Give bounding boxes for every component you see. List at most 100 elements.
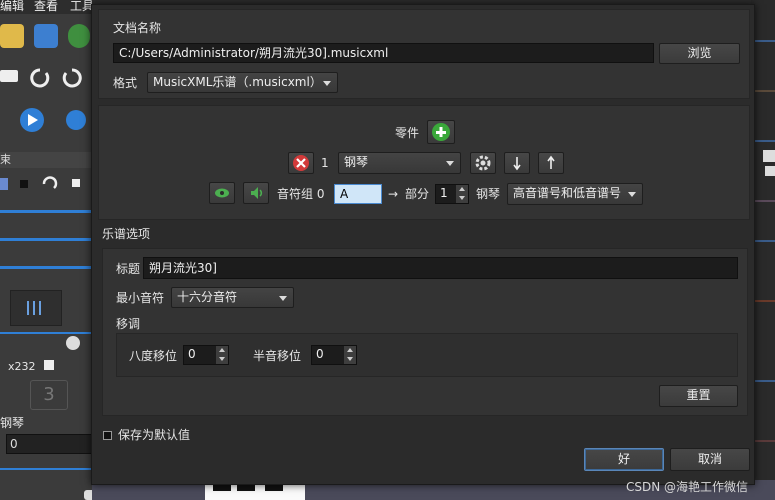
transpose-label: 移调 xyxy=(116,317,141,331)
piano-keys xyxy=(205,484,305,500)
playback-icons xyxy=(20,108,86,132)
chevron-down-icon xyxy=(323,81,331,86)
gear-icon xyxy=(475,155,491,171)
format-label: 格式 xyxy=(113,76,138,90)
blue-divider xyxy=(0,332,92,334)
format-select[interactable]: MusicXML乐谱（.musicxml） xyxy=(147,72,338,93)
visibility-toggle[interactable] xyxy=(209,182,235,204)
transpose-group: 八度移位 0 半音移位 0 xyxy=(116,333,738,377)
menu-view[interactable]: 查看 xyxy=(34,0,58,12)
voice-group-label: 音符组 0 xyxy=(277,187,325,201)
arrow-down-icon xyxy=(513,157,521,171)
save-icon[interactable] xyxy=(0,24,24,48)
checkbox-icon xyxy=(72,179,80,187)
undo-icon xyxy=(30,68,50,88)
loop-icon xyxy=(42,176,58,189)
globe-icon[interactable] xyxy=(68,24,90,48)
spin-down-icon[interactable] xyxy=(344,355,356,364)
left-toolbar-panel: 束 x232 3 钢琴 0 xyxy=(0,14,100,500)
blue-divider xyxy=(0,266,92,269)
export-dialog: 文档名称 C:/Users/Administrator/朔月流光30].musi… xyxy=(91,4,755,485)
cancel-button[interactable]: 取消 xyxy=(670,448,750,471)
speaker-icon xyxy=(251,187,263,199)
ok-button[interactable]: 好 xyxy=(584,448,664,471)
tuplet-3-icon[interactable]: 3 xyxy=(30,380,68,410)
panel-header: 束 xyxy=(0,152,92,168)
title-value: 朔月流光30] xyxy=(149,261,217,275)
save-default-checkbox[interactable] xyxy=(103,431,112,440)
score-options-title: 乐谱选项 xyxy=(102,227,151,241)
blue-divider xyxy=(0,238,92,241)
semitone-spinbox[interactable]: 0 xyxy=(311,345,357,365)
voice-value: A xyxy=(340,187,349,201)
octave-spinbox[interactable]: 0 xyxy=(183,345,229,365)
part-instrument-label: 钢琴 xyxy=(476,187,501,201)
semitone-value: 0 xyxy=(316,347,324,361)
part-number: 1 xyxy=(321,156,329,170)
print-icon xyxy=(0,70,18,82)
spin-down-icon[interactable] xyxy=(456,194,468,203)
scroll-marker xyxy=(763,150,775,162)
checkbox-icon[interactable] xyxy=(44,360,54,370)
add-part-button[interactable] xyxy=(427,120,455,144)
parts-section: 零件 1 钢琴 音符组 0 A → 部分 1 钢琴 高音谱号和低音谱号 xyxy=(98,105,750,220)
spin-up-icon[interactable] xyxy=(216,346,228,355)
add-icon xyxy=(432,123,450,141)
remove-part-button[interactable] xyxy=(288,152,314,174)
chevron-down-icon xyxy=(446,161,454,166)
value-field[interactable]: 0 xyxy=(6,434,92,454)
spin-up-icon[interactable] xyxy=(344,346,356,355)
spin-up-icon[interactable] xyxy=(456,185,468,194)
doc-path-field[interactable]: C:/Users/Administrator/朔月流光30].musicxml xyxy=(113,43,654,63)
move-up-button[interactable] xyxy=(538,152,564,174)
notes-tab[interactable] xyxy=(10,290,62,326)
semitone-label: 半音移位 xyxy=(253,349,302,363)
title-field[interactable]: 朔月流光30] xyxy=(143,257,738,279)
redo-icon xyxy=(62,68,82,88)
part-label: 部分 xyxy=(405,187,430,201)
menu-edit[interactable]: 编辑 xyxy=(0,0,24,12)
export-icon[interactable] xyxy=(34,24,58,48)
panel-icons xyxy=(0,176,80,190)
octave-label: 八度移位 xyxy=(129,349,178,363)
score-options-section: 标题 朔月流光30] 最小音符 十六分音符 移调 八度移位 0 半音移位 0 重… xyxy=(102,248,748,416)
parts-label: 零件 xyxy=(395,126,420,140)
document-section: 文档名称 C:/Users/Administrator/朔月流光30].musi… xyxy=(98,9,750,99)
part-spin-value: 1 xyxy=(440,186,448,200)
slider-handle[interactable] xyxy=(66,336,80,350)
spin-down-icon[interactable] xyxy=(216,355,228,364)
app-window: 编辑 查看 工具 束 x232 3 钢琴 0 文档名称 C:/Users/Adm… xyxy=(0,0,775,500)
watermark: CSDN @海艳工作微信 xyxy=(626,480,749,494)
chevron-down-icon xyxy=(279,296,287,301)
browse-button[interactable]: 浏览 xyxy=(659,43,740,64)
play-part-icon xyxy=(66,110,86,130)
min-note-label: 最小音符 xyxy=(116,291,165,305)
voice-field[interactable]: A xyxy=(334,184,382,204)
audio-toggle[interactable] xyxy=(243,182,269,204)
instrument-value: 钢琴 xyxy=(344,155,369,169)
clef-value: 高音谱号和低音谱号 xyxy=(513,186,622,200)
move-down-button[interactable] xyxy=(504,152,530,174)
value-text: 0 xyxy=(10,437,18,451)
map-arrow: → xyxy=(388,187,399,201)
blue-divider xyxy=(0,468,92,470)
instrument-select[interactable]: 钢琴 xyxy=(338,152,461,174)
reset-button[interactable]: 重置 xyxy=(659,385,738,407)
part-spinbox[interactable]: 1 xyxy=(435,184,469,204)
instrument-label: 钢琴 xyxy=(0,416,25,430)
scroll-marker xyxy=(765,166,775,176)
eye-icon xyxy=(215,188,229,198)
format-value: MusicXML乐谱（.musicxml） xyxy=(153,75,322,89)
spin-label: x232 xyxy=(8,360,36,373)
clef-select[interactable]: 高音谱号和低音谱号 xyxy=(507,183,643,205)
octave-value: 0 xyxy=(188,347,196,361)
title-label: 标题 xyxy=(116,262,141,276)
doc-path-text: C:/Users/Administrator/朔月流光30].musicxml xyxy=(119,46,389,60)
arrow-up-icon xyxy=(547,155,555,169)
min-note-value: 十六分音符 xyxy=(177,290,238,304)
part-settings-button[interactable] xyxy=(470,152,496,174)
blue-divider xyxy=(0,210,92,213)
chevron-down-icon xyxy=(628,192,636,197)
min-note-select[interactable]: 十六分音符 xyxy=(171,287,294,308)
doc-name-label: 文档名称 xyxy=(113,21,162,35)
